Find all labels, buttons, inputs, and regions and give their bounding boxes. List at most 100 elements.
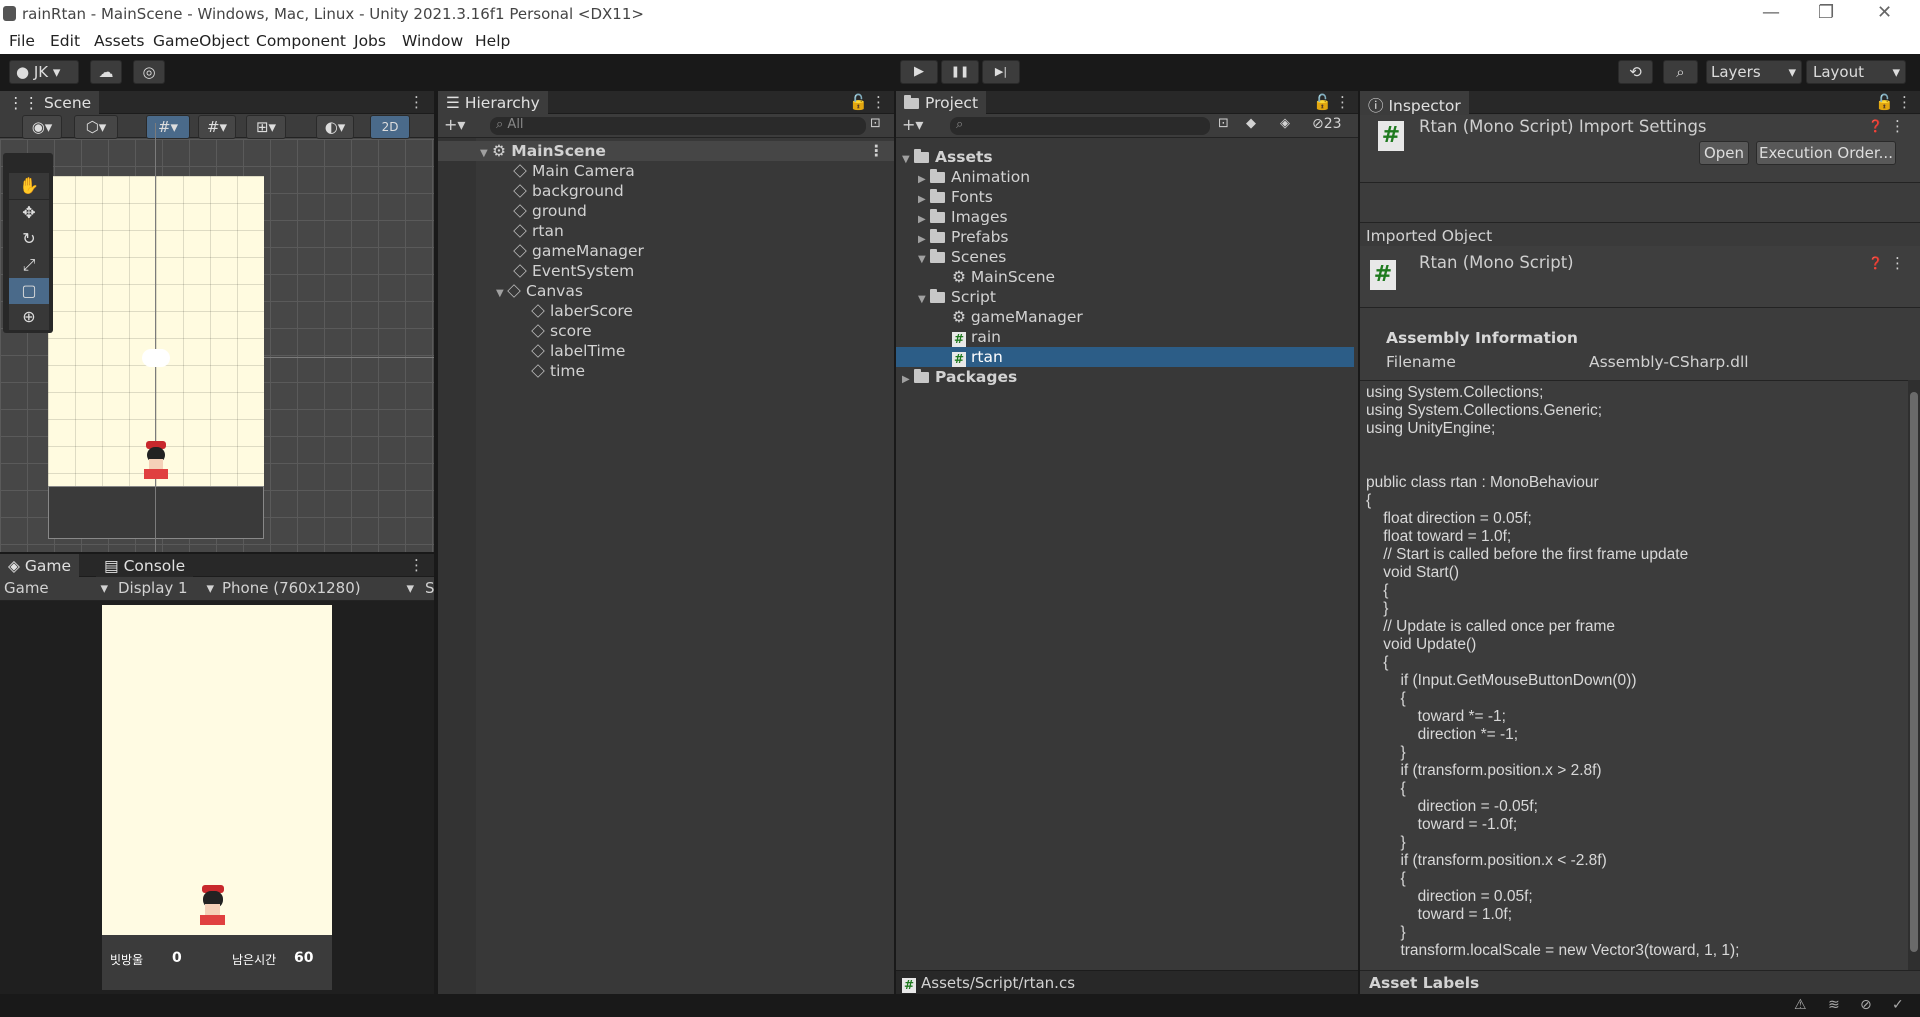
project-folder[interactable]: ▼ Scenes [896, 247, 1358, 267]
tab-inspector[interactable]: ⓘ Inspector [1360, 91, 1469, 115]
resolution-dropdown[interactable]: Phone (760x1280) ▾ [222, 579, 414, 597]
more-icon[interactable]: ⋮ [1890, 117, 1905, 135]
project-file-selected[interactable]: # rtan [896, 347, 1354, 367]
project-search-input[interactable]: ⌕ [950, 117, 1210, 135]
step-button[interactable]: ▶| [982, 60, 1020, 84]
more-icon[interactable]: ⋮ [869, 141, 885, 161]
rect-tool-icon[interactable]: ▢ [9, 278, 49, 304]
project-folder[interactable]: ▼ Script [896, 287, 1358, 307]
menu-assets[interactable]: Assets [94, 32, 144, 50]
project-file[interactable]: ⚙ gameManager [896, 307, 1358, 327]
scrollbar-thumb[interactable] [1910, 392, 1918, 952]
layout-dropdown[interactable]: Layout ▾ [1806, 60, 1906, 84]
asset-labels-header[interactable]: Asset Labels [1360, 970, 1920, 994]
more-icon[interactable]: ⋮ [409, 556, 424, 574]
project-folder[interactable]: ▶ Images [896, 207, 1358, 227]
view-options-icon[interactable]: ⬡▾ [74, 115, 118, 139]
project-file[interactable]: ⚙ MainScene [896, 267, 1358, 287]
search-icon[interactable]: ⌕ [1663, 60, 1698, 84]
hierarchy-item[interactable]: ground [438, 201, 894, 221]
add-icon[interactable]: +▾ [902, 115, 923, 134]
project-file[interactable]: # rain [896, 327, 1358, 347]
hierarchy-scene-row[interactable]: ▼ ⚙ MainScene ⋮ [438, 141, 894, 161]
cloud-icon[interactable]: ☁ [90, 60, 122, 84]
collapse-arrow-icon[interactable]: ▶ [902, 370, 914, 390]
tab-game[interactable]: ◈ Game [0, 554, 80, 578]
tab-hierarchy[interactable]: ☰ Hierarchy [438, 91, 548, 115]
hierarchy-search-input[interactable]: ⌕ All [490, 117, 866, 135]
hierarchy-item[interactable]: ▼ Canvas [438, 281, 894, 301]
hierarchy-item[interactable]: rtan [438, 221, 894, 241]
project-folder[interactable]: ▶ Animation [896, 167, 1358, 187]
tab-project[interactable]: Project [896, 91, 987, 115]
menu-gameobject[interactable]: GameObject [153, 32, 250, 50]
hierarchy-item[interactable]: score [438, 321, 894, 341]
filter-label-icon[interactable]: ◈ [1280, 116, 1290, 131]
minimize-button[interactable]: — [1762, 2, 1780, 23]
help-icon[interactable]: ❓ [1868, 119, 1883, 133]
more-icon[interactable]: ⋮ [409, 93, 424, 111]
filter-type-icon[interactable]: ◆ [1246, 116, 1256, 131]
hierarchy-item[interactable]: EventSystem [438, 261, 894, 281]
hierarchy-item[interactable]: background [438, 181, 894, 201]
maximize-button[interactable]: ❐ [1818, 2, 1834, 23]
rotate-tool-icon[interactable]: ↻ [9, 226, 49, 252]
menu-edit[interactable]: Edit [50, 32, 80, 50]
search-options-icon[interactable]: ⊡ [1218, 116, 1229, 131]
layers-icon[interactable]: ≋ [1828, 997, 1840, 1013]
menu-file[interactable]: File [9, 32, 35, 50]
lock-icon[interactable]: 🔓 [849, 93, 868, 111]
game-view-dropdown[interactable]: Game ▾ [4, 579, 108, 597]
rtan-character[interactable] [140, 441, 172, 485]
gizmo-icon[interactable]: ◐▾ [316, 115, 354, 139]
hierarchy-item[interactable]: time [438, 361, 894, 381]
increment-icon[interactable]: ⊞▾ [246, 115, 286, 139]
hierarchy-item[interactable]: gameManager [438, 241, 894, 261]
play-button[interactable]: ▶ [900, 60, 938, 84]
close-button[interactable]: ✕ [1877, 2, 1892, 23]
history-icon[interactable]: ⟲ [1618, 60, 1653, 84]
menu-component[interactable]: Component [256, 32, 346, 50]
project-packages-row[interactable]: ▶ Packages [896, 367, 1358, 387]
debug-icon[interactable]: ⚠ [1794, 997, 1807, 1013]
scrollbar[interactable] [1908, 380, 1920, 970]
project-assets-row[interactable]: ▼ Assets [896, 147, 1358, 167]
pause-button[interactable]: ❚❚ [941, 60, 979, 84]
network-icon[interactable]: ⊘ [1860, 997, 1872, 1013]
layers-dropdown[interactable]: Layers ▾ [1706, 60, 1802, 84]
hierarchy-item[interactable]: laberScore [438, 301, 894, 321]
more-icon[interactable]: ⋮ [871, 93, 886, 111]
project-folder[interactable]: ▶ Fonts [896, 187, 1358, 207]
hand-tool-icon[interactable]: ✋ [9, 173, 49, 199]
display-dropdown[interactable]: Display 1 ▾ [118, 579, 214, 597]
hierarchy-item[interactable]: labelTime [438, 341, 894, 361]
game-view[interactable] [102, 605, 332, 935]
hidden-packages-icon[interactable]: ⊘23 [1312, 116, 1342, 132]
move-tool-icon[interactable]: ✥ [9, 200, 49, 226]
project-folder[interactable]: ▶ Prefabs [896, 227, 1358, 247]
help-icon[interactable]: ❓ [1868, 256, 1883, 270]
draw-mode-icon[interactable]: ◉▾ [22, 115, 62, 139]
tab-console[interactable]: ▤ Console [96, 554, 194, 578]
execution-order-button[interactable]: Execution Order... [1756, 141, 1896, 165]
account-dropdown[interactable]: ● JK ▾ [9, 60, 79, 84]
search-options-icon[interactable]: ⊡ [870, 116, 881, 131]
tab-scene[interactable]: ⋮⋮ Scene [0, 91, 100, 115]
lock-icon[interactable]: 🔓 [1313, 93, 1332, 111]
open-button[interactable]: Open [1699, 141, 1749, 165]
scale-tool-icon[interactable]: ⤢ [9, 252, 49, 278]
grid-snap-icon[interactable]: #▾ [146, 115, 190, 139]
lock-icon[interactable]: 🔓 [1875, 93, 1894, 111]
transform-tool-icon[interactable]: ⊕ [9, 304, 49, 330]
add-icon[interactable]: +▾ [444, 115, 465, 134]
check-icon[interactable]: ✓ [1892, 997, 1904, 1013]
2d-toggle[interactable]: 2D [370, 115, 410, 139]
more-icon[interactable]: ⋮ [1897, 93, 1912, 111]
more-icon[interactable]: ⋮ [1335, 93, 1350, 111]
hierarchy-item[interactable]: Main Camera [438, 161, 894, 181]
menu-jobs[interactable]: Jobs [354, 32, 386, 50]
menu-help[interactable]: Help [475, 32, 510, 50]
menu-window[interactable]: Window [402, 32, 463, 50]
collab-icon[interactable]: ◎ [133, 60, 165, 84]
more-icon[interactable]: ⋮ [1890, 254, 1905, 272]
